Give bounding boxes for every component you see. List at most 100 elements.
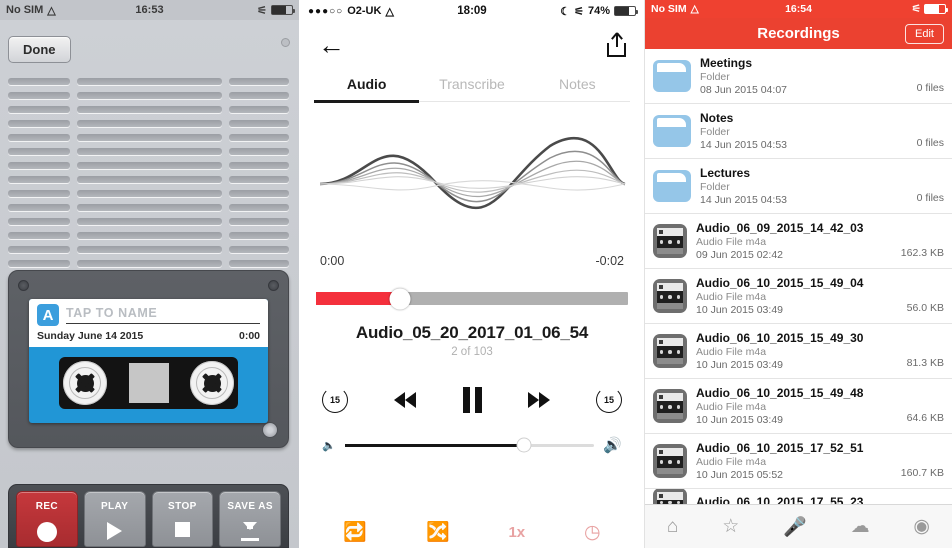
recordings-list[interactable]: Meetings Folder 08 Jun 2015 04:07 0 file…	[645, 49, 952, 521]
waveform-display: 0:00 -0:02	[300, 124, 644, 274]
record-circle-icon	[36, 522, 57, 542]
skip-back-15-button[interactable]: 15	[322, 387, 348, 413]
item-meta: 162.3 KB	[900, 247, 944, 259]
play-button[interactable]: PLAY	[83, 491, 146, 547]
share-icon[interactable]	[607, 33, 626, 57]
item-type: Folder	[700, 126, 730, 138]
item-name: Audio_06_10_2015_15_49_48	[696, 386, 864, 400]
cassette-label-bottom: Sunday June 14 2015 0:00	[37, 330, 260, 342]
speed-button[interactable]: 1x	[508, 524, 525, 541]
item-meta: 64.6 KB	[906, 412, 944, 424]
home-icon[interactable]: ⌂	[667, 516, 678, 538]
grille-column	[77, 78, 222, 267]
status-right: ☾ ⚟ 74%	[560, 5, 638, 18]
recorder-body: Done A TAP TO NAME Sunday June 14 2015 0…	[0, 20, 299, 548]
item-date: 10 Jun 2015 03:49	[696, 304, 783, 316]
done-button[interactable]: Done	[8, 36, 71, 63]
item-name: Notes	[700, 111, 734, 125]
cassette-file-icon	[653, 444, 687, 478]
row-content: Meetings Folder 08 Jun 2015 04:07	[700, 56, 908, 96]
status-right: ⚟	[911, 3, 948, 15]
tab-transcribe[interactable]: Transcribe	[419, 68, 524, 101]
progress-knob[interactable]	[389, 288, 411, 309]
list-item[interactable]: Meetings Folder 08 Jun 2015 04:07 0 file…	[645, 49, 952, 104]
star-icon[interactable]: ☆	[722, 515, 739, 538]
side-badge: A	[37, 304, 59, 326]
folder-icon	[653, 115, 691, 147]
volume-slider[interactable]: 🔈 🔊	[300, 436, 644, 454]
list-item[interactable]: Audio_06_10_2015_15_49_30 Audio File m4a…	[645, 324, 952, 379]
progress-track[interactable]	[316, 288, 628, 309]
volume-knob[interactable]	[516, 437, 532, 453]
item-meta: 160.7 KB	[900, 467, 944, 479]
repeat-icon[interactable]: 🔁	[343, 520, 367, 544]
item-meta: 0 files	[916, 137, 944, 149]
rewind-icon	[405, 392, 417, 408]
folder-icon	[653, 170, 691, 202]
bluetooth-icon: ⚟	[911, 3, 921, 15]
reel-left-icon	[63, 361, 107, 405]
cassette-label[interactable]: A TAP TO NAME Sunday June 14 2015 0:00	[29, 299, 268, 347]
fast-forward-icon	[527, 392, 539, 408]
record-button[interactable]: REC	[16, 491, 78, 547]
microphone-icon[interactable]: 🎤	[783, 515, 807, 539]
player-nav-bar: ←	[300, 22, 644, 68]
settings-icon[interactable]: ◉	[913, 515, 930, 538]
item-type: Folder	[700, 71, 730, 83]
status-right: ⚟	[257, 4, 295, 17]
item-date: 14 Jun 2015 04:53	[700, 139, 787, 151]
tab-audio[interactable]: Audio	[314, 68, 419, 101]
save-as-button[interactable]: SAVE AS	[219, 491, 281, 547]
left-status-bar: No SIM △ 16:53 ⚟	[0, 0, 299, 20]
tab-underline	[314, 100, 630, 103]
transport-controls: REC PLAY STOP SAVE AS	[8, 484, 289, 548]
item-name: Lectures	[700, 166, 751, 180]
row-content: Audio_06_10_2015_15_49_48 Audio File m4a…	[696, 386, 898, 426]
item-type: Folder	[700, 181, 730, 193]
fast-forward-button[interactable]	[527, 392, 550, 408]
shuffle-icon[interactable]: 🔀	[426, 520, 450, 544]
item-date: 10 Jun 2015 03:49	[696, 359, 783, 371]
waveform-svg	[319, 136, 626, 210]
active-tab-indicator	[314, 100, 420, 103]
player-tabs: Audio Transcribe Notes	[300, 68, 644, 101]
volume-fill	[344, 443, 525, 447]
item-name: Audio_06_10_2015_15_49_04	[696, 276, 864, 290]
list-item[interactable]: Lectures Folder 14 Jun 2015 04:53 0 file…	[645, 159, 952, 214]
row-content: Audio_06_09_2015_14_42_03 Audio File m4a…	[696, 221, 892, 261]
page-title: Recordings	[757, 25, 840, 42]
cloud-icon[interactable]: ☁	[851, 515, 870, 538]
item-date: 08 Jun 2015 04:07	[700, 84, 787, 96]
cassette-label-top: A TAP TO NAME	[37, 304, 260, 326]
track-position: 2 of 103	[451, 346, 493, 358]
list-item[interactable]: Audio_06_09_2015_14_42_03 Audio File m4a…	[645, 214, 952, 269]
skip-forward-15-button[interactable]: 15	[596, 387, 622, 413]
list-item[interactable]: Audio_06_10_2015_15_49_04 Audio File m4a…	[645, 269, 952, 324]
item-type: Audio File m4a	[696, 236, 767, 248]
volume-track[interactable]	[344, 437, 595, 453]
progress-bar[interactable]	[316, 288, 628, 309]
list-item[interactable]: Audio_06_10_2015_15_49_48 Audio File m4a…	[645, 379, 952, 434]
edit-button[interactable]: Edit	[905, 23, 944, 44]
item-type: Audio File m4a	[696, 346, 767, 358]
list-item[interactable]: Notes Folder 14 Jun 2015 04:53 0 files	[645, 104, 952, 159]
item-meta: 81.3 KB	[906, 357, 944, 369]
pause-button[interactable]	[462, 387, 482, 413]
timer-clock-icon[interactable]: ◷	[584, 521, 601, 544]
tab-notes[interactable]: Notes	[525, 68, 630, 101]
moon-icon: ☾	[560, 5, 571, 18]
recordings-header: Recordings Edit	[645, 18, 952, 49]
knob-icon[interactable]	[262, 422, 278, 438]
stop-button[interactable]: STOP	[151, 491, 214, 547]
rewind-button[interactable]	[394, 392, 417, 408]
back-arrow-icon[interactable]: ←	[318, 31, 345, 59]
row-content: Notes Folder 14 Jun 2015 04:53	[700, 111, 908, 151]
cassette-tape[interactable]: A TAP TO NAME Sunday June 14 2015 0:00	[29, 299, 268, 423]
tap-to-name-field[interactable]: TAP TO NAME	[66, 306, 260, 324]
elapsed-time: 0:00	[320, 254, 345, 268]
list-item[interactable]: Audio_06_10_2015_17_52_51 Audio File m4a…	[645, 434, 952, 489]
bluetooth-icon: ⚟	[257, 4, 267, 17]
recordings-panel: No SIM △ 16:54 ⚟ Recordings Edit Meeting…	[645, 0, 952, 548]
item-type: Audio File m4a	[696, 291, 767, 303]
grille-column	[229, 78, 289, 267]
